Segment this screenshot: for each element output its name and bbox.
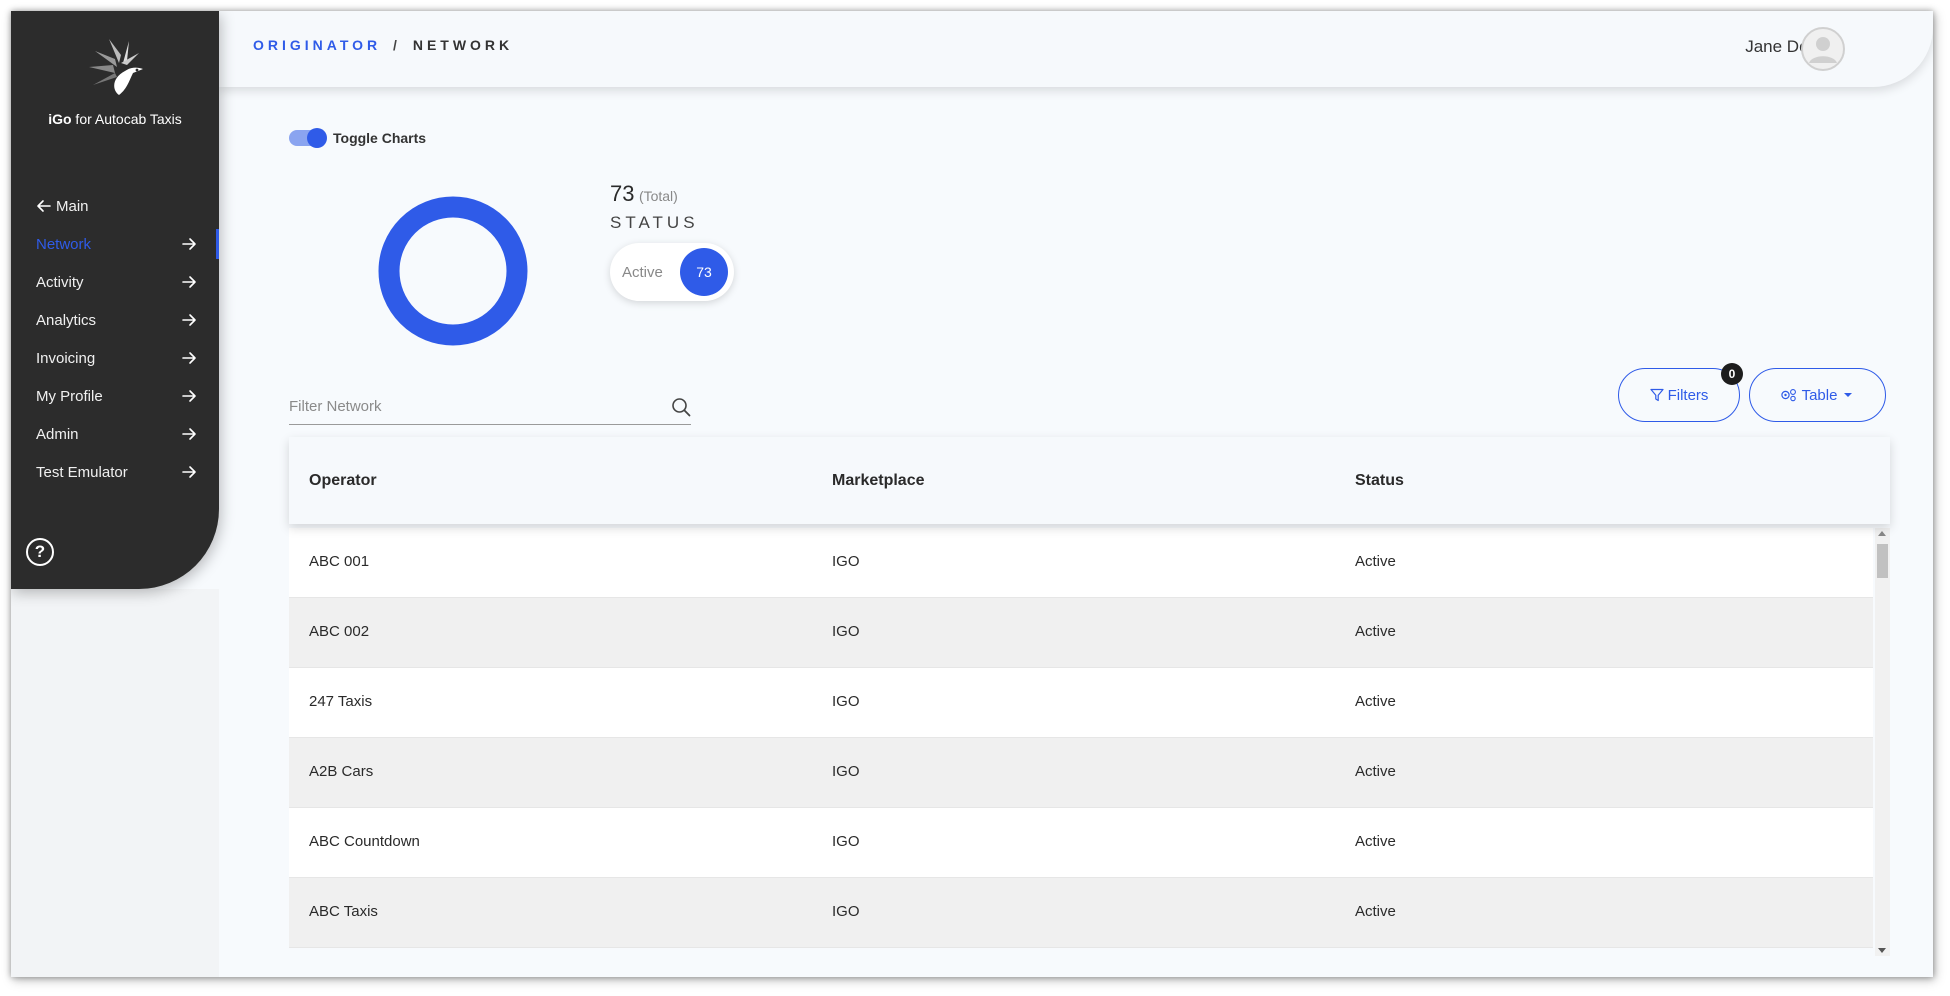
- toggle-label: Toggle Charts: [333, 130, 427, 146]
- table-row[interactable]: ABC 002 IGO Active: [289, 598, 1873, 668]
- total-label: (Total): [638, 188, 678, 204]
- column-header-marketplace[interactable]: Marketplace: [832, 472, 925, 490]
- gears-icon: [1780, 389, 1796, 402]
- arrow-right-icon: [182, 314, 196, 326]
- table-row[interactable]: ABC Taxis IGO Active: [289, 878, 1873, 948]
- cell-operator: 247 Taxis: [309, 693, 373, 710]
- filters-count-badge: 0: [1721, 363, 1743, 385]
- toggle-charts[interactable]: Toggle Charts: [289, 128, 427, 148]
- sidebar-item-label: Main: [56, 197, 89, 215]
- sidebar: iGo for Autocab Taxis Main Network Activ…: [11, 11, 219, 589]
- cell-status: Active: [1355, 833, 1396, 850]
- table-row[interactable]: 247 Taxis IGO Active: [289, 668, 1873, 738]
- donut-active-segment: [378, 196, 528, 346]
- cell-marketplace: IGO: [832, 903, 860, 920]
- table-scrollbar[interactable]: [1875, 528, 1890, 956]
- table-row[interactable]: A2B Cars IGO Active: [289, 738, 1873, 808]
- column-header-operator[interactable]: Operator: [309, 472, 377, 490]
- table-row[interactable]: ABC 001 IGO Active: [289, 528, 1873, 598]
- arrow-right-icon: [182, 390, 196, 402]
- brand-name-bold: iGo: [48, 111, 72, 127]
- help-icon[interactable]: ?: [26, 538, 54, 566]
- breadcrumb: ORIGINATOR / NETWORK: [253, 37, 513, 53]
- cell-operator: ABC Countdown: [309, 833, 420, 850]
- help-glyph: ?: [34, 542, 46, 561]
- sidebar-filler: [11, 589, 219, 977]
- caret-down-icon: [1844, 393, 1853, 397]
- total-count: 73: [610, 181, 635, 206]
- cell-marketplace: IGO: [832, 763, 860, 780]
- table-view-dropdown[interactable]: Table: [1749, 368, 1886, 422]
- app-window: iGo for Autocab Taxis Main Network Activ…: [11, 11, 1933, 977]
- filter-network-input[interactable]: [289, 389, 649, 423]
- table-header: Operator Marketplace Status: [289, 437, 1890, 524]
- arrow-left-icon: [37, 200, 51, 212]
- cell-marketplace: IGO: [832, 833, 860, 850]
- scroll-up-arrow-icon[interactable]: [1878, 531, 1886, 536]
- sidebar-item-label: Invoicing: [36, 349, 96, 367]
- sidebar-item-test-emulator[interactable]: Test Emulator: [11, 453, 219, 491]
- arrow-right-icon: [182, 276, 196, 288]
- status-title: STATUS: [610, 213, 699, 232]
- status-summary: 73 (Total) STATUS Active 73: [610, 181, 734, 301]
- sidebar-item-activity[interactable]: Activity: [11, 263, 219, 301]
- search-icon[interactable]: [671, 397, 691, 417]
- cell-marketplace: IGO: [832, 693, 860, 710]
- sidebar-item-label: Network: [36, 235, 92, 253]
- breadcrumb-current: NETWORK: [412, 37, 514, 53]
- breadcrumb-root[interactable]: ORIGINATOR: [253, 37, 381, 53]
- status-pill-active[interactable]: Active 73: [610, 243, 734, 301]
- cell-status: Active: [1355, 763, 1396, 780]
- sidebar-item-label: Analytics: [36, 311, 97, 329]
- status-pill-count: 73: [680, 248, 728, 296]
- user-icon: [1809, 37, 1837, 63]
- sidebar-item-network[interactable]: Network: [11, 225, 219, 263]
- breadcrumb-separator: /: [393, 37, 401, 53]
- cell-marketplace: IGO: [832, 553, 860, 570]
- sidebar-item-my-profile[interactable]: My Profile: [11, 377, 219, 415]
- cell-status: Active: [1355, 553, 1396, 570]
- sidebar-item-label: Admin: [36, 425, 79, 443]
- cell-status: Active: [1355, 903, 1396, 920]
- cell-operator: ABC 002: [309, 623, 370, 640]
- toggle-knob: [307, 128, 327, 148]
- arrow-right-icon: [182, 466, 196, 478]
- cell-operator: ABC Taxis: [309, 903, 378, 920]
- sidebar-item-label: Activity: [36, 273, 84, 291]
- sidebar-item-invoicing[interactable]: Invoicing: [11, 339, 219, 377]
- sidebar-item-label: My Profile: [36, 387, 103, 405]
- avatar[interactable]: [1801, 27, 1845, 71]
- igo-logo-icon: [89, 39, 143, 95]
- arrow-right-icon: [182, 238, 196, 250]
- sidebar-item-admin[interactable]: Admin: [11, 415, 219, 453]
- table-body: ABC 001 IGO Active ABC 002 IGO Active 24…: [289, 528, 1873, 956]
- brand-name: iGo for Autocab Taxis: [11, 111, 219, 127]
- filter-network: [289, 389, 691, 425]
- brand-name-rest: for Autocab Taxis: [71, 111, 182, 127]
- cell-operator: A2B Cars: [309, 763, 374, 780]
- cell-status: Active: [1355, 623, 1396, 640]
- column-header-status[interactable]: Status: [1355, 472, 1404, 490]
- sidebar-item-main[interactable]: Main: [11, 187, 219, 225]
- sidebar-item-label: Test Emulator: [36, 463, 128, 481]
- top-header: ORIGINATOR / NETWORK Jane Doe: [219, 11, 1933, 87]
- filters-button-label: Filters: [1667, 386, 1709, 404]
- table-row[interactable]: ABC Countdown IGO Active: [289, 808, 1873, 878]
- filter-icon: [1649, 388, 1664, 402]
- status-donut-chart: [378, 196, 528, 346]
- cell-operator: ABC 001: [309, 553, 370, 570]
- status-pill-label: Active: [622, 263, 663, 281]
- cell-marketplace: IGO: [832, 623, 860, 640]
- sidebar-item-analytics[interactable]: Analytics: [11, 301, 219, 339]
- arrow-right-icon: [182, 428, 196, 440]
- scrollbar-thumb[interactable]: [1877, 544, 1888, 578]
- sidebar-nav: Main Network Activity Analytics Invoicin…: [11, 187, 219, 491]
- toggle-switch[interactable]: [289, 128, 327, 148]
- arrow-right-icon: [182, 352, 196, 364]
- cell-status: Active: [1355, 693, 1396, 710]
- table-button-label: Table: [1801, 386, 1838, 404]
- scroll-down-arrow-icon[interactable]: [1878, 948, 1886, 953]
